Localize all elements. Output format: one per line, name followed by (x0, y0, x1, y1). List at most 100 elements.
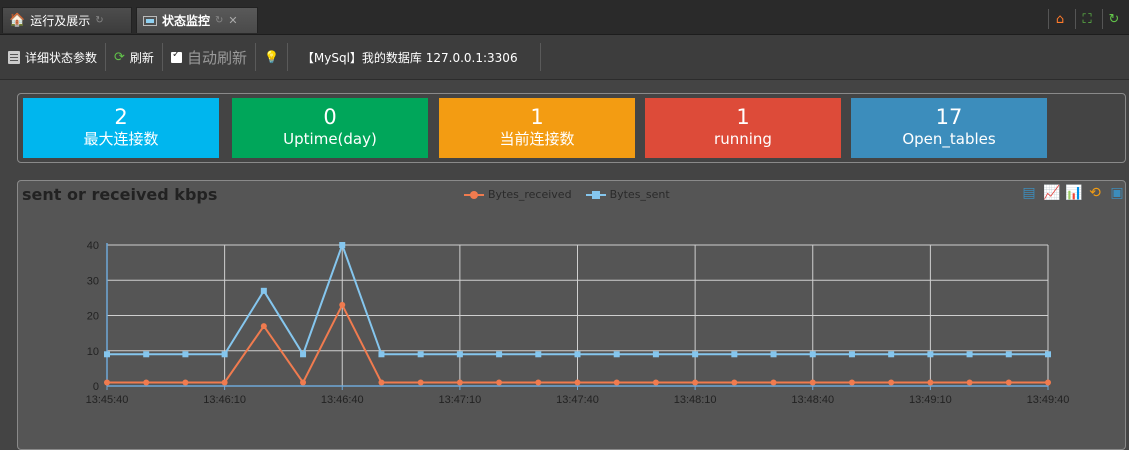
data-point-sent (574, 351, 581, 358)
y-tick-label: 40 (87, 240, 99, 252)
stat-current-connections: 1 当前连接数 (439, 98, 635, 158)
stat-value: 2 (114, 105, 128, 129)
data-point-sent (182, 351, 189, 358)
refresh-icon[interactable]: ↻ (1102, 9, 1125, 29)
data-point-sent (260, 287, 267, 294)
refresh-icon: ⟳ (114, 49, 125, 65)
chart-toolbox: ▤ 📈 📊 ⟲ ▣ (1021, 185, 1125, 201)
tab-refresh-icon[interactable]: ↻ (215, 8, 223, 34)
bar-chart-icon[interactable]: 📊 (1065, 185, 1082, 201)
data-point-received (417, 379, 424, 386)
data-point-sent (339, 242, 346, 248)
data-point-sent (1005, 351, 1012, 358)
data-point-sent (848, 351, 855, 358)
home-icon: 🏠 (9, 12, 26, 28)
data-point-received (378, 379, 385, 386)
data-point-sent (1045, 351, 1051, 358)
chart-title: sent or received kbps (22, 185, 218, 204)
data-point-received (966, 379, 973, 386)
detail-status-label: 详细状态参数 (25, 50, 98, 65)
data-point-sent (692, 351, 699, 358)
restore-icon[interactable]: ⟲ (1087, 185, 1103, 201)
home-icon[interactable]: ⌂ (1048, 9, 1071, 29)
data-view-icon[interactable]: ▤ (1021, 185, 1037, 201)
data-point-received (300, 379, 307, 386)
data-point-received (574, 379, 581, 386)
line-chart-icon[interactable]: 📈 (1043, 185, 1060, 201)
tab-refresh-icon[interactable]: ↻ (95, 8, 103, 34)
y-tick-label: 20 (87, 311, 99, 323)
legend-marker-sent (585, 190, 606, 200)
stat-label: Open_tables (902, 130, 996, 148)
stat-max-connections: 2 最大连接数 (23, 98, 219, 158)
x-tick-label: 13:47:10 (438, 394, 481, 406)
data-point-sent (417, 351, 424, 358)
connection-label: 【MySql】我的数据库 127.0.0.1:3306 (301, 50, 518, 65)
document-icon (8, 50, 20, 64)
data-point-sent (613, 351, 620, 358)
data-point-received (260, 323, 267, 330)
refresh-button[interactable]: ⟳ 刷新 (106, 43, 163, 71)
stat-label: 最大连接数 (83, 130, 159, 148)
save-icon[interactable]: ▣ (1109, 185, 1125, 201)
legend-marker-received (464, 190, 484, 200)
data-point-sent (143, 351, 150, 358)
data-point-received (927, 379, 934, 386)
stat-label: Uptime(day) (283, 130, 377, 148)
legend-item-sent[interactable]: Bytes_sent (585, 188, 670, 201)
stat-running: 1 running (645, 98, 841, 158)
tab-status-monitor[interactable]: 状态监控 ↻ ✕ (136, 7, 258, 33)
data-point-received (535, 379, 542, 386)
y-tick-label: 10 (87, 346, 99, 358)
data-point-received (848, 379, 855, 386)
auto-refresh-toggle[interactable]: 自动刷新 (163, 43, 256, 71)
data-point-sent (535, 351, 542, 358)
monitor-icon (143, 15, 157, 26)
stats-panel: 2 最大连接数 0 Uptime(day) 1 当前连接数 1 running … (17, 93, 1126, 163)
data-point-sent (966, 351, 973, 358)
data-point-received (770, 379, 777, 386)
x-tick-label: 13:46:40 (321, 394, 364, 406)
data-point-received (182, 379, 189, 386)
legend-label: Bytes_sent (609, 188, 670, 201)
fullscreen-icon[interactable]: ⛶ (1075, 9, 1098, 29)
data-point-sent (496, 351, 503, 358)
stat-value: 0 (323, 105, 337, 129)
data-point-sent (300, 351, 307, 358)
data-point-sent (770, 351, 777, 358)
data-point-received (104, 379, 110, 386)
x-tick-label: 13:49:10 (909, 394, 952, 406)
data-point-sent (927, 351, 934, 358)
tab-label: 状态监控 (162, 13, 211, 28)
data-point-received (888, 379, 895, 386)
data-point-sent (456, 351, 463, 358)
legend-item-received[interactable]: Bytes_received (464, 188, 572, 201)
refresh-label: 刷新 (129, 50, 154, 65)
detail-status-button[interactable]: 详细状态参数 (0, 43, 107, 71)
data-point-received (652, 379, 659, 386)
toolbar: 详细状态参数 ⟳ 刷新 自动刷新 💡 【MySql】我的数据库 127.0.0.… (0, 35, 1129, 80)
auto-refresh-checkbox[interactable] (170, 49, 182, 63)
tab-run-display[interactable]: 🏠 运行及展示 ↻ (2, 7, 132, 33)
data-point-sent (104, 351, 110, 358)
data-point-received (496, 379, 503, 386)
stat-label: running (714, 130, 772, 148)
tips-button[interactable]: 💡 (256, 43, 288, 71)
data-point-received (1045, 379, 1051, 386)
x-tick-label: 13:49:40 (1027, 394, 1070, 406)
data-point-received (809, 379, 816, 386)
data-point-received (613, 379, 620, 386)
data-point-received (1005, 379, 1012, 386)
data-point-received (143, 379, 150, 386)
data-point-received (339, 301, 346, 308)
chart-legend: Bytes_received Bytes_sent (464, 188, 670, 201)
close-icon[interactable]: ✕ (228, 8, 237, 34)
data-point-received (692, 379, 699, 386)
stat-open-tables: 17 Open_tables (851, 98, 1047, 158)
stat-value: 1 (530, 105, 544, 129)
tab-label: 运行及展示 (30, 13, 91, 28)
chart-panel: 0 10 20 30 40 13:45:40 13:46:10 13:46:40 13:47:1… (17, 180, 1126, 450)
data-point-sent (888, 351, 895, 358)
y-tick-label: 0 (93, 381, 99, 393)
data-point-received (221, 379, 228, 386)
